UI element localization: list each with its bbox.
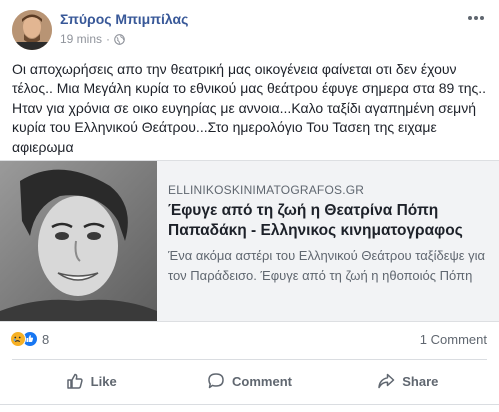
sad-reaction-icon — [10, 331, 26, 347]
link-preview-image[interactable] — [0, 161, 157, 321]
comment-icon — [208, 373, 224, 389]
link-preview-card[interactable]: ELLINIKOSKINIMATOGRAFOS.GR Έφυγε από τη … — [0, 160, 499, 322]
post-meta: 19 mins · — [60, 32, 125, 46]
comment-label: Comment — [232, 373, 292, 389]
post-bottom-border — [0, 404, 499, 405]
link-title[interactable]: Έφυγε από τη ζωή η Θεατρίνα Πόπη Παπαδάκ… — [168, 201, 493, 241]
reaction-count: 8 — [42, 331, 50, 347]
share-label: Share — [402, 373, 439, 389]
comment-button[interactable]: Comment — [170, 362, 328, 400]
meta-separator: · — [106, 32, 111, 46]
comment-count[interactable]: 1 Comment — [420, 332, 487, 347]
share-arrow-icon — [378, 373, 395, 389]
author-name[interactable]: Σπύρος Μπιμπίλας — [60, 11, 188, 27]
post-actions: Like Comment Share — [12, 362, 487, 400]
more-options-icon[interactable] — [465, 10, 487, 26]
facebook-post: Σπύρος Μπιμπίλας 19 mins · Οι αποχωρήσει… — [0, 0, 499, 412]
post-timestamp[interactable]: 19 mins — [60, 32, 102, 46]
link-preview-body[interactable]: ELLINIKOSKINIMATOGRAFOS.GR Έφυγε από τη … — [168, 161, 493, 321]
link-description: Ένα ακόμα αστέρι του Ελληνικού Θεάτρου τ… — [168, 248, 486, 283]
author-avatar[interactable] — [12, 10, 52, 50]
post-text: Οι αποχωρήσεις απο την θεατρική μας οικο… — [12, 61, 487, 155]
actions-divider — [12, 359, 487, 360]
link-domain: ELLINIKOSKINIMATOGRAFOS.GR — [168, 183, 365, 197]
globe-icon[interactable] — [114, 33, 125, 45]
like-button[interactable]: Like — [12, 362, 170, 400]
thumbs-up-icon — [66, 373, 83, 389]
share-button[interactable]: Share — [329, 362, 487, 400]
like-label: Like — [90, 373, 117, 389]
reactions-summary[interactable]: 8 — [10, 331, 49, 347]
